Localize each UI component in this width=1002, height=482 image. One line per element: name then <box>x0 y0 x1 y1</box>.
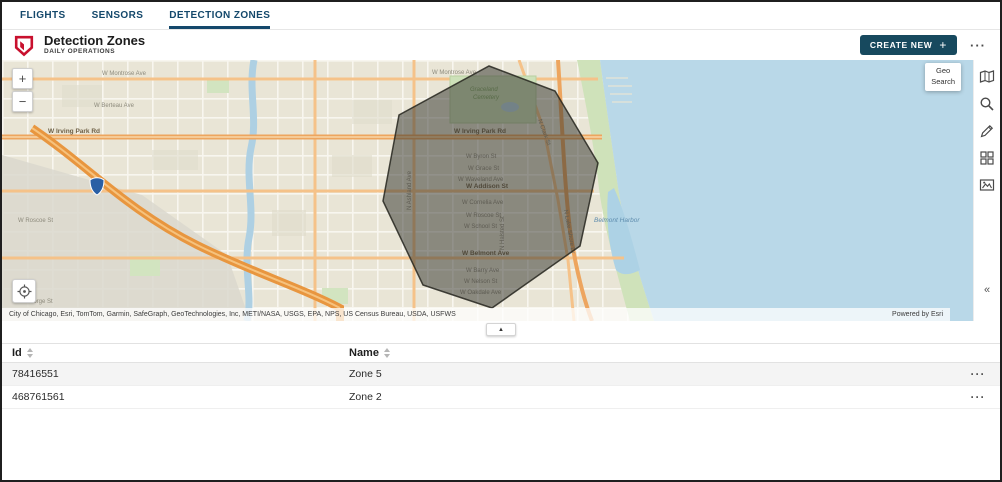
top-tab-bar: FLIGHTS SENSORS DETECTION ZONES <box>2 2 1000 30</box>
layers-tool-button[interactable] <box>975 174 999 196</box>
row-menu-button[interactable]: ··· <box>956 367 1000 381</box>
map-label: W Montrose Ave <box>102 71 147 77</box>
create-new-label: CREATE NEW <box>870 40 933 50</box>
zones-table: Id Name 78416551Zone 5···468761561Zone 2… <box>2 343 1000 409</box>
map-sheet-icon <box>979 69 995 85</box>
map-label: W Roscoe St <box>18 218 53 224</box>
panel-toggle-row: ▲ <box>2 321 1000 338</box>
zoom-out-button[interactable]: − <box>12 91 33 112</box>
pencil-icon <box>979 123 995 139</box>
app-logo-icon <box>14 35 34 57</box>
row-menu-button[interactable]: ··· <box>956 390 1000 404</box>
geo-search-tool-button[interactable] <box>975 66 999 88</box>
image-layer-icon <box>979 177 995 193</box>
geo-search-tooltip: Geo Search <box>925 63 961 91</box>
locate-target-icon <box>17 284 32 299</box>
powered-by-esri: Powered by Esri <box>892 311 943 318</box>
table-header-row: Id Name <box>2 343 1000 363</box>
header-more-menu-button[interactable]: ··· <box>970 38 988 53</box>
map-attribution-bar: City of Chicago, Esri, TomTom, Garmin, S… <box>2 308 950 321</box>
zone-name-cell: Zone 2 <box>339 391 956 403</box>
panel-toggle-button[interactable]: ▲ <box>486 323 516 336</box>
page-subtitle: DAILY OPERATIONS <box>44 48 145 56</box>
create-new-button[interactable]: CREATE NEW + <box>860 35 957 55</box>
zoom-in-button[interactable]: + <box>12 68 33 89</box>
sort-icon <box>27 348 33 358</box>
map-toolbar: « <box>973 60 1000 321</box>
locate-button[interactable] <box>12 279 36 303</box>
plus-icon: + <box>939 40 947 50</box>
map-canvas[interactable]: W Montrose Ave W Montrose Ave W Berteau Av… <box>2 60 977 321</box>
zoom-controls: + − <box>12 68 33 112</box>
page-header: Detection Zones DAILY OPERATIONS CREATE … <box>2 30 1000 60</box>
tab-detection-zones[interactable]: DETECTION ZONES <box>169 2 270 29</box>
map-label: W Berteau Ave <box>94 103 135 109</box>
column-label-id: Id <box>12 347 22 359</box>
table-row[interactable]: 468761561Zone 2··· <box>2 386 1000 409</box>
basemap-tool-button[interactable] <box>975 147 999 169</box>
zone-name-cell: Zone 5 <box>339 368 956 380</box>
map-attribution: City of Chicago, Esri, TomTom, Garmin, S… <box>9 311 456 318</box>
draw-tool-button[interactable] <box>975 120 999 142</box>
geo-search-tooltip-line2: Search <box>931 77 955 88</box>
app-window: FLIGHTS SENSORS DETECTION ZONES Detectio… <box>0 0 1002 482</box>
tab-flights[interactable]: FLIGHTS <box>20 2 66 29</box>
search-tool-button[interactable] <box>975 93 999 115</box>
map-label: W Irving Park Rd <box>48 128 100 135</box>
geo-search-tooltip-line1: Geo <box>931 66 955 77</box>
zones-table-body: 78416551Zone 5···468761561Zone 2··· <box>2 363 1000 409</box>
page-title: Detection Zones <box>44 34 145 48</box>
column-header-name[interactable]: Name <box>339 347 956 359</box>
search-icon <box>979 96 995 112</box>
toolbar-collapse-button[interactable]: « <box>975 279 999 301</box>
column-header-id[interactable]: Id <box>2 347 339 359</box>
header-actions: CREATE NEW + ··· <box>860 35 988 55</box>
table-row[interactable]: 78416551Zone 5··· <box>2 363 1000 386</box>
tab-sensors[interactable]: SENSORS <box>92 2 144 29</box>
title-block: Detection Zones DAILY OPERATIONS <box>44 34 145 56</box>
map-container[interactable]: W Montrose Ave W Montrose Ave W Berteau Av… <box>2 60 1000 321</box>
zone-id-cell: 468761561 <box>2 391 339 403</box>
lake-michigan <box>600 60 977 321</box>
sort-icon <box>384 348 390 358</box>
zone-id-cell: 78416551 <box>2 368 339 380</box>
map-label: W Montrose Ave <box>432 70 477 76</box>
basemap-grid-icon <box>979 150 995 166</box>
column-label-name: Name <box>349 347 379 359</box>
map-label: Belmont Harbor <box>594 217 640 224</box>
